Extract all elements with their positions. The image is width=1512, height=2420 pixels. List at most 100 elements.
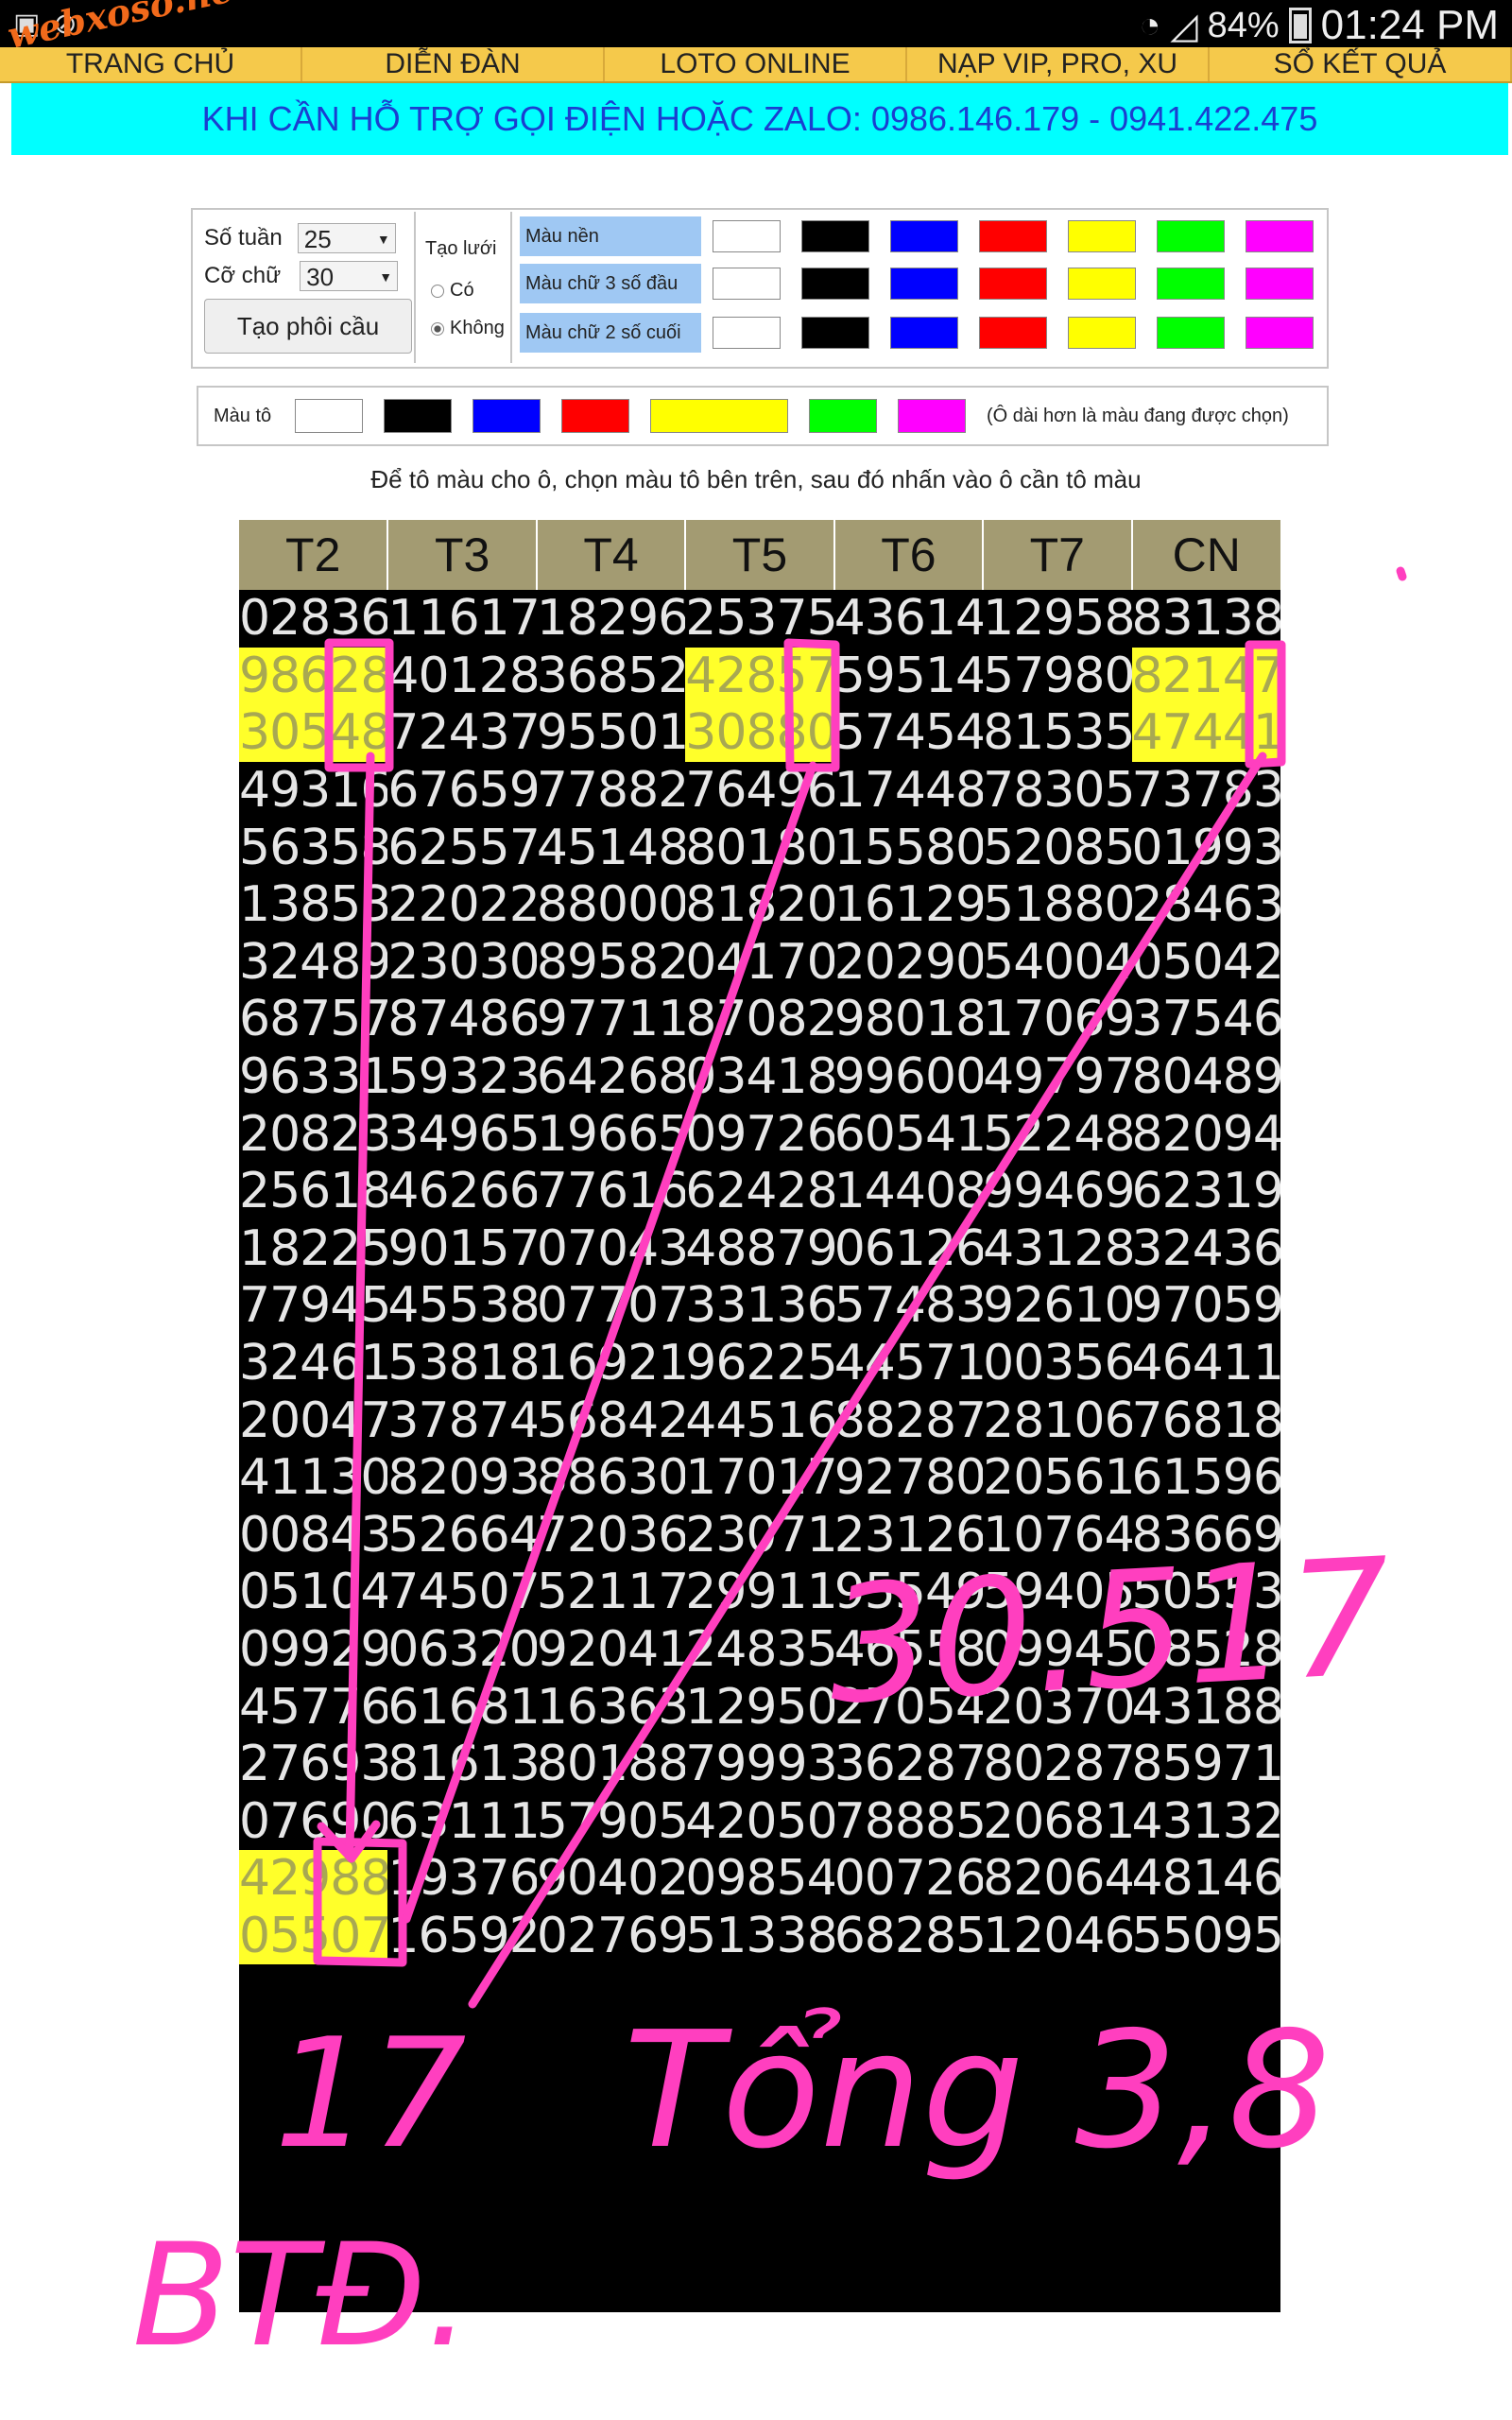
grid-cell[interactable]: 54004 bbox=[983, 934, 1131, 992]
grid-cell[interactable]: 76818 bbox=[1132, 1392, 1280, 1449]
grid-cell[interactable]: 13853 bbox=[239, 876, 387, 934]
grid-cell[interactable]: 92610 bbox=[983, 1277, 1131, 1335]
bg-color-swatch-0[interactable] bbox=[713, 220, 781, 252]
grid-cell[interactable]: 80188 bbox=[537, 1736, 685, 1793]
grid-cell[interactable]: 57483 bbox=[834, 1277, 983, 1335]
grid-cell[interactable]: 07707 bbox=[537, 1277, 685, 1335]
grid-cell[interactable]: 32436 bbox=[1132, 1220, 1280, 1278]
grid-cell[interactable]: 59514 bbox=[834, 648, 983, 705]
grid-cell[interactable]: 89582 bbox=[537, 934, 685, 992]
grid-cell[interactable]: 56842 bbox=[537, 1392, 685, 1449]
grid-cell[interactable]: 59323 bbox=[387, 1048, 536, 1106]
grid-cell[interactable]: 30548 bbox=[239, 704, 388, 762]
first3-color-swatch-2[interactable] bbox=[890, 268, 958, 300]
grid-cell[interactable]: 59405 bbox=[983, 1564, 1131, 1621]
first3-color-swatch-3[interactable] bbox=[979, 268, 1047, 300]
grid-cell[interactable]: 42050 bbox=[685, 1792, 833, 1850]
grid-cell[interactable]: 27693 bbox=[239, 1736, 387, 1793]
grid-cell[interactable]: 17448 bbox=[834, 762, 983, 820]
last2-color-swatch-1[interactable] bbox=[801, 317, 869, 349]
grid-cell[interactable]: 03418 bbox=[685, 1048, 833, 1106]
grid-cell[interactable]: 29911 bbox=[685, 1564, 833, 1621]
bg-color-swatch-5[interactable] bbox=[1157, 220, 1225, 252]
grid-cell[interactable]: 42988 bbox=[239, 1850, 388, 1908]
grid-cell[interactable]: 25375 bbox=[685, 590, 833, 648]
grid-cell[interactable]: 85971 bbox=[1132, 1736, 1280, 1793]
grid-cell[interactable]: 00356 bbox=[983, 1335, 1131, 1392]
grid-cell[interactable]: 50553 bbox=[1132, 1564, 1280, 1621]
grid-cell[interactable]: 81613 bbox=[387, 1736, 536, 1793]
grid-cell[interactable]: 67659 bbox=[387, 762, 536, 820]
grid-cell[interactable]: 52248 bbox=[983, 1105, 1131, 1163]
grid-cell[interactable]: 82064 bbox=[983, 1850, 1131, 1908]
grid-cell[interactable]: 51880 bbox=[983, 876, 1131, 934]
grid-cell[interactable]: 09945 bbox=[983, 1621, 1131, 1679]
grid-cell[interactable]: 57454 bbox=[834, 704, 983, 762]
font-size-select[interactable]: 30 ▼ bbox=[300, 261, 399, 291]
grid-cell[interactable]: 36287 bbox=[834, 1736, 983, 1793]
grid-cell[interactable]: 10764 bbox=[983, 1507, 1131, 1564]
grid-cell[interactable]: 72036 bbox=[537, 1507, 685, 1564]
nav-forum[interactable]: DIỄN ĐÀN bbox=[302, 47, 605, 81]
bg-color-swatch-6[interactable] bbox=[1246, 220, 1314, 252]
grid-cell[interactable]: 16363 bbox=[537, 1678, 685, 1736]
first3-color-swatch-4[interactable] bbox=[1068, 268, 1136, 300]
grid-cell[interactable]: 28106 bbox=[983, 1392, 1131, 1449]
grid-cell[interactable]: 99600 bbox=[834, 1048, 983, 1106]
grid-cell[interactable]: 62319 bbox=[1132, 1163, 1280, 1220]
grid-cell[interactable]: 02769 bbox=[537, 1908, 685, 1965]
paint-swatch-1[interactable] bbox=[384, 399, 452, 433]
paint-swatch-6[interactable] bbox=[898, 399, 966, 433]
grid-cell[interactable]: 44571 bbox=[834, 1335, 983, 1392]
grid-cell[interactable]: 83669 bbox=[1132, 1507, 1280, 1564]
paint-swatch-4[interactable] bbox=[650, 399, 788, 433]
grid-cell[interactable]: 90402 bbox=[537, 1850, 685, 1908]
grid-cell[interactable]: 25618 bbox=[239, 1163, 387, 1220]
last2-color-swatch-3[interactable] bbox=[979, 317, 1047, 349]
grid-cell[interactable]: 82147 bbox=[1131, 647, 1280, 705]
grid-cell[interactable]: 96225 bbox=[685, 1335, 833, 1392]
first3-color-swatch-1[interactable] bbox=[801, 268, 869, 300]
grid-cell[interactable]: 32461 bbox=[239, 1335, 387, 1392]
grid-cell[interactable]: 18296 bbox=[537, 590, 685, 648]
grid-cell[interactable]: 48879 bbox=[685, 1220, 833, 1278]
radio-no[interactable]: Không bbox=[431, 318, 505, 339]
grid-cell[interactable]: 37546 bbox=[1132, 991, 1280, 1048]
grid-cell[interactable]: 46558 bbox=[834, 1621, 983, 1679]
grid-cell[interactable]: 23126 bbox=[834, 1507, 983, 1564]
grid-cell[interactable]: 01993 bbox=[1132, 819, 1280, 876]
grid-cell[interactable]: 78305 bbox=[983, 762, 1131, 820]
grid-cell[interactable]: 00726 bbox=[834, 1850, 983, 1908]
grid-cell[interactable]: 81535 bbox=[983, 704, 1131, 762]
radio-no-dot[interactable] bbox=[431, 321, 444, 336]
grid-cell[interactable]: 79993 bbox=[685, 1736, 833, 1793]
grid-cell[interactable]: 07690 bbox=[239, 1792, 387, 1850]
paint-swatch-2[interactable] bbox=[472, 399, 541, 433]
grid-cell[interactable]: 20561 bbox=[983, 1449, 1131, 1507]
grid-cell[interactable]: 15580 bbox=[834, 819, 983, 876]
grid-cell[interactable]: 24835 bbox=[685, 1621, 833, 1679]
grid-cell[interactable]: 14408 bbox=[834, 1163, 983, 1220]
grid-cell[interactable]: 40128 bbox=[387, 648, 536, 705]
first3-color-swatch-5[interactable] bbox=[1157, 268, 1225, 300]
grid-cell[interactable]: 43132 bbox=[1132, 1792, 1280, 1850]
grid-cell[interactable]: 82093 bbox=[387, 1449, 536, 1507]
grid-cell[interactable]: 27054 bbox=[834, 1678, 983, 1736]
grid-cell[interactable]: 52117 bbox=[537, 1564, 685, 1621]
grid-cell[interactable]: 52664 bbox=[387, 1507, 536, 1564]
bg-color-swatch-2[interactable] bbox=[890, 220, 958, 252]
grid-cell[interactable]: 28463 bbox=[1132, 876, 1280, 934]
grid-cell[interactable]: 12958 bbox=[983, 590, 1131, 648]
grid-cell[interactable]: 60541 bbox=[834, 1105, 983, 1163]
grid-cell[interactable]: 52085 bbox=[983, 819, 1131, 876]
grid-cell[interactable]: 06126 bbox=[834, 1220, 983, 1278]
grid-cell[interactable]: 72437 bbox=[387, 704, 536, 762]
grid-cell[interactable]: 46411 bbox=[1132, 1335, 1280, 1392]
grid-cell[interactable]: 05042 bbox=[1132, 934, 1280, 992]
grid-cell[interactable]: 92780 bbox=[834, 1449, 983, 1507]
grid-cell[interactable]: 92041 bbox=[537, 1621, 685, 1679]
grid-cell[interactable]: 34965 bbox=[387, 1105, 536, 1163]
grid-cell[interactable]: 98018 bbox=[834, 991, 983, 1048]
bg-color-swatch-4[interactable] bbox=[1068, 220, 1136, 252]
grid-cell[interactable]: 16592 bbox=[387, 1908, 536, 1965]
